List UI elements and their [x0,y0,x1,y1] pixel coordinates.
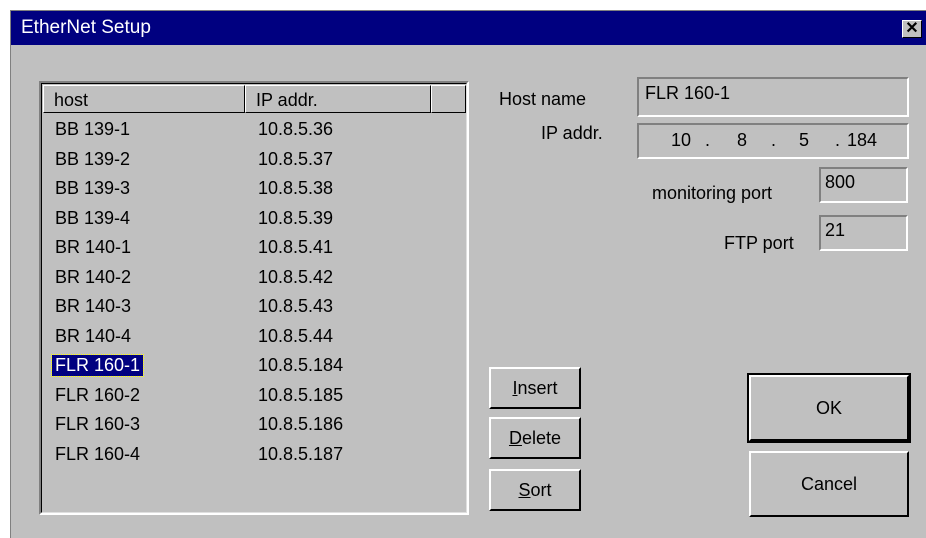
ip-dot-3: . [835,130,841,150]
row-ip-cell: 10.8.5.186 [258,414,344,434]
column-header-filler [431,85,466,113]
ip-addr-label: IP addr. [541,123,603,143]
row-host-cell: BR 140-1 [55,237,132,257]
sort-label: ort [530,480,552,500]
row-ip-cell: 10.8.5.42 [258,266,334,287]
ftp-port-field[interactable]: 21 [819,215,908,251]
insert-label: nsert [517,378,558,398]
monitoring-port-field[interactable]: 800 [819,167,908,203]
row-ip-cell: 10.8.5.185 [258,384,344,405]
delete-button[interactable]: Delete [489,417,581,459]
row-host-cell: BB 139-1 [55,119,131,139]
host-name-field[interactable]: FLR 160-1 [637,77,909,117]
sort-button[interactable]: Sort [489,469,581,511]
ftp-port-label: FTP port [724,233,794,253]
row-host-cell: BR 140-4 [55,325,132,346]
insert-button[interactable]: Insert [489,367,581,409]
ip-octet-3[interactable]: 5 [799,130,809,151]
ip-dot-2: . [771,130,777,150]
row-host-cell: BB 139-2 [55,148,131,169]
row-host-cell: FLR 160-3 [55,414,141,434]
host-list-row[interactable]: FLR 160-2 10.8.5.185 [42,382,466,412]
row-ip-cell: 10.8.5.41 [258,237,334,257]
host-list-frame: host IP addr. BB 139-1 10.8.5.36 BB 139-2 1… [41,83,467,513]
host-list-row[interactable]: BR 140-1 10.8.5.41 [42,234,466,264]
row-host-cell: BB 139-3 [55,178,131,198]
row-host-cell: BR 140-2 [55,266,132,287]
window-title: EtherNet Setup [21,17,151,38]
row-ip-cell: 10.8.5.36 [258,119,334,139]
row-ip-cell: 10.8.5.38 [258,178,334,198]
sort-mnemonic: S [518,480,531,500]
delete-mnemonic: D [508,428,522,448]
host-list-row[interactable]: BB 139-1 10.8.5.36 [42,116,466,146]
monitoring-port-label: monitoring port [652,183,773,203]
ip-address-field[interactable]: 10 . 8 . 5 . 184 [637,123,909,159]
row-ip-cell: 10.8.5.187 [258,443,344,464]
close-icon[interactable]: ✕ [902,20,922,38]
ip-octet-2[interactable]: 8 [737,130,747,151]
host-list-row[interactable]: BR 140-3 10.8.5.43 [42,293,466,323]
ip-dot-1: . [705,130,711,150]
row-ip-cell: 10.8.5.37 [258,148,334,169]
ip-octet-4[interactable]: 184 [847,130,877,151]
ethernet-setup-dialog: EtherNet Setup ✕ host IP addr. BB 139-1 1… [10,10,926,538]
host-list-row[interactable]: FLR 160-1 10.8.5.184 [42,352,466,382]
host-list-row[interactable]: BB 139-2 10.8.5.37 [42,146,466,176]
row-ip-cell: 10.8.5.43 [258,296,334,316]
host-list-row[interactable]: BR 140-4 10.8.5.44 [42,323,466,353]
column-header-ip[interactable]: IP addr. [245,85,431,113]
host-list[interactable]: host IP addr. BB 139-1 10.8.5.36 BB 139-2 1… [39,81,469,515]
row-ip-cell: 10.8.5.39 [258,207,334,228]
host-list-row[interactable]: BB 139-3 10.8.5.38 [42,175,466,205]
row-host-cell: FLR 160-4 [55,443,141,464]
host-list-row[interactable]: FLR 160-3 10.8.5.186 [42,411,466,441]
host-list-row[interactable]: BB 139-4 10.8.5.39 [42,205,466,235]
host-rows: BB 139-1 10.8.5.36 BB 139-2 10.8.5.37 BB 139… [42,116,466,470]
row-host-cell: BB 139-4 [55,207,131,228]
ok-button[interactable]: OK [747,373,911,443]
row-host-cell: FLR 160-1 [50,354,145,377]
title-bar[interactable]: EtherNet Setup ✕ [11,11,926,45]
row-ip-cell: 10.8.5.184 [258,355,344,375]
ip-octet-1[interactable]: 10 [671,130,691,151]
row-host-cell: BR 140-3 [55,296,132,316]
host-list-row[interactable]: BR 140-2 10.8.5.42 [42,264,466,294]
cancel-button[interactable]: Cancel [749,451,909,517]
row-ip-cell: 10.8.5.44 [258,325,334,346]
delete-label: elete [521,428,562,448]
host-name-label: Host name [499,89,587,109]
host-list-row[interactable]: FLR 160-4 10.8.5.187 [42,441,466,471]
row-host-cell: FLR 160-2 [55,384,141,405]
column-header-host[interactable]: host [43,85,245,113]
